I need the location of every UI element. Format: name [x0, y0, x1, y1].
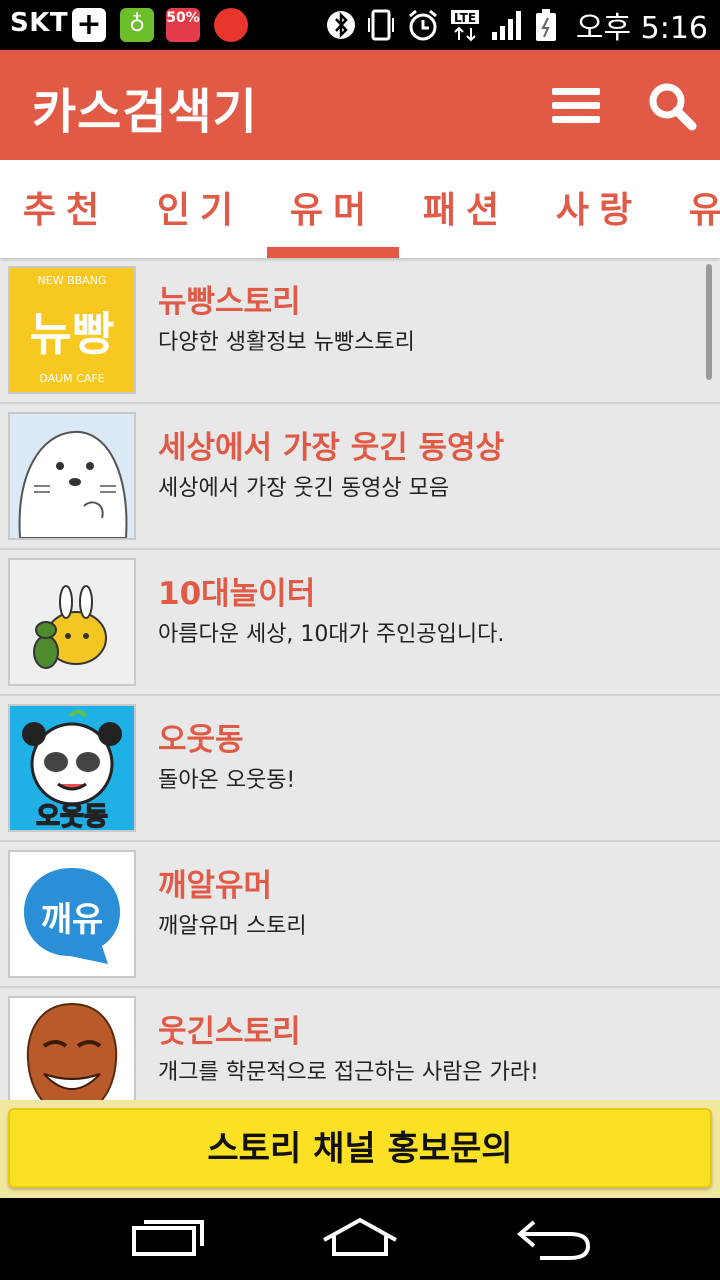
item-description: 아름다운 세상, 10대가 주인공입니다. — [158, 622, 505, 647]
navigation-bar — [0, 1198, 720, 1280]
back-icon[interactable] — [514, 1214, 594, 1264]
vibrate-icon — [367, 9, 394, 41]
lte-label: LTE — [454, 11, 476, 25]
tab-love[interactable]: 사랑 — [533, 160, 665, 258]
tab-humor[interactable]: 유머 — [267, 160, 399, 258]
item-description: 다양한 생활정보 뉴빵스토리 — [158, 330, 415, 355]
item-description: 깨알유머 스토리 — [158, 914, 307, 939]
thumb-logo-text: 깨유 — [40, 900, 104, 940]
plus-notification-icon: + — [72, 8, 106, 42]
home-icon[interactable] — [320, 1214, 400, 1264]
menu-button[interactable] — [548, 80, 604, 130]
list-item[interactable]: 세상에서 가장 웃긴 동영상 세상에서 가장 웃긴 동영상 모음 — [0, 404, 720, 550]
bluetooth-icon — [326, 11, 355, 39]
promo-inquiry-button[interactable]: 스토리 채널 홍보문의 — [8, 1108, 712, 1188]
list-item[interactable]: NEW BBANG 뉴빵 DAUM CAFE 뉴빵스토리 다양한 생활정보 뉴빵… — [0, 258, 720, 404]
sale-notification-icon: 50% — [166, 8, 200, 42]
channel-thumbnail: 오웃동 — [8, 704, 136, 832]
list-item[interactable]: 오웃동 오웃동 돌아온 오웃동! — [0, 696, 720, 842]
list-item[interactable]: 깨유 깨알유머 깨알유머 스토리 — [0, 842, 720, 988]
app-bar: 카스검색기 — [0, 50, 720, 160]
tab-popular[interactable]: 인기 — [134, 160, 266, 258]
app-notification-icon: ♁ — [120, 8, 154, 42]
tab-fashion[interactable]: 패션 — [400, 160, 532, 258]
recent-apps-icon[interactable] — [128, 1214, 208, 1264]
thumb-bottom-label: DAUM CAFE — [39, 372, 105, 385]
status-bar: SKT + ♁ 50% LTE 오후 5:16 — [0, 0, 720, 50]
channel-list[interactable]: NEW BBANG 뉴빵 DAUM CAFE 뉴빵스토리 다양한 생활정보 뉴빵… — [0, 258, 720, 1198]
selected-tab-indicator — [267, 247, 399, 258]
sale-badge-label: 50% — [166, 10, 200, 26]
item-title: 깨알유머 — [158, 868, 273, 904]
channel-thumbnail — [8, 412, 136, 540]
hamburger-icon — [552, 88, 600, 95]
signal-icon — [491, 11, 521, 40]
thumb-logo-text: 뉴빵 — [29, 307, 115, 361]
thumb-logo-text: 오웃동 — [35, 801, 108, 832]
item-title: 오웃동 — [158, 722, 244, 758]
item-title: 뉴빵스토리 — [158, 284, 301, 320]
item-description: 세상에서 가장 웃긴 동영상 모음 — [158, 476, 450, 501]
app-title: 카스검색기 — [32, 84, 258, 140]
channel-thumbnail — [8, 558, 136, 686]
battery-icon — [535, 9, 556, 41]
search-icon[interactable] — [644, 78, 700, 134]
category-tabs: 추천 인기 유머 패션 사랑 유아 — [0, 160, 720, 258]
tab-recommended[interactable]: 추천 — [0, 160, 132, 258]
seal-illustration-icon — [18, 430, 128, 538]
item-description: 돌아온 오웃동! — [158, 768, 296, 793]
coupang-notification-icon — [214, 8, 248, 42]
item-title: 세상에서 가장 웃긴 동영상 — [158, 430, 505, 466]
channel-thumbnail: 깨유 — [8, 850, 136, 978]
item-title: 웃긴스토리 — [158, 1014, 301, 1050]
lte-icon: LTE — [450, 10, 479, 42]
character-illustration-icon — [33, 585, 107, 669]
tab-kids[interactable]: 유아 — [666, 160, 720, 258]
thumb-top-label: NEW BBANG — [37, 274, 107, 287]
promo-bar: 스토리 채널 홍보문의 — [0, 1100, 720, 1198]
list-item[interactable]: 10대놀이터 아름다운 세상, 10대가 주인공입니다. — [0, 550, 720, 696]
item-title: 10대놀이터 — [158, 576, 316, 612]
item-description: 개그를 학문적으로 접근하는 사람은 가라! — [158, 1060, 539, 1085]
channel-thumbnail: NEW BBANG 뉴빵 DAUM CAFE — [8, 266, 136, 394]
list-scrollbar[interactable] — [706, 264, 712, 380]
carrier-label: SKT — [10, 8, 69, 38]
clock-label: 오후 5:16 — [575, 11, 708, 46]
alarm-icon — [408, 9, 437, 41]
